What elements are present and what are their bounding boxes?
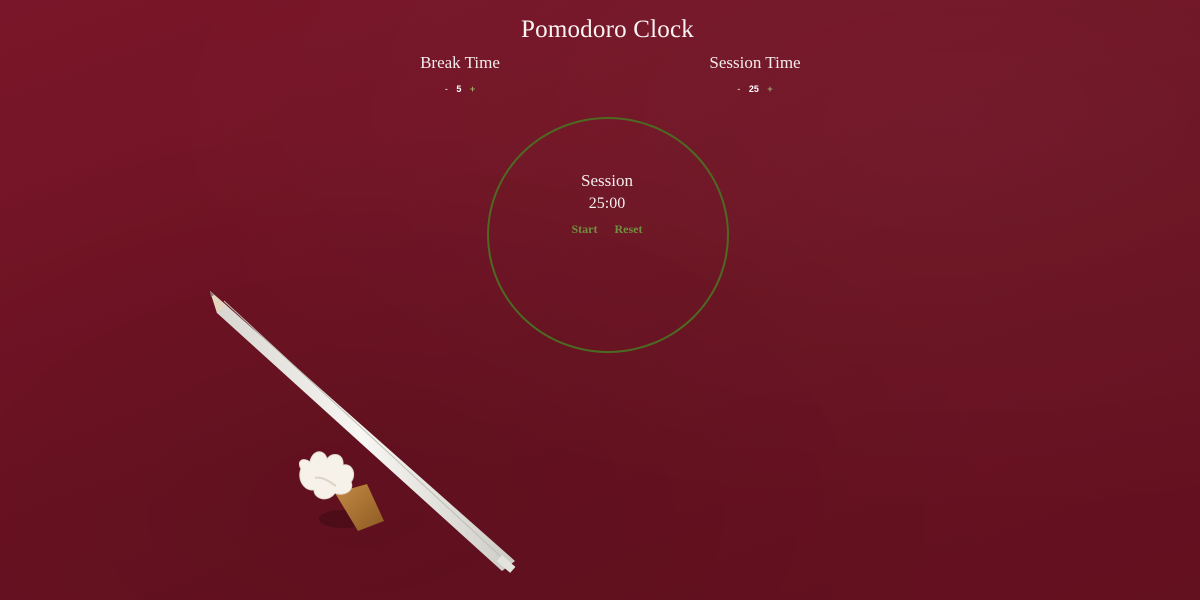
break-increment-button[interactable]: + (470, 82, 475, 96)
session-time-controls: - 25 + (645, 82, 865, 96)
session-increment-button[interactable]: + (767, 82, 772, 96)
break-time-controls: - 5 + (350, 82, 570, 96)
timer-label: Session (581, 171, 633, 190)
session-time-setting: Session Time - 25 + (645, 52, 865, 96)
session-time-value: 25 (748, 84, 759, 94)
timer-actions: Start Reset (487, 222, 727, 237)
break-decrement-button[interactable]: - (445, 82, 448, 96)
start-button[interactable]: Start (572, 222, 598, 237)
reset-button[interactable]: Reset (615, 222, 643, 237)
pomodoro-app: Pomodoro Clock Break Time - 5 + Session … (0, 0, 1200, 600)
timer-display: 25:00 (588, 195, 626, 212)
break-time-value: 5 (456, 84, 462, 94)
break-time-label: Break Time (420, 53, 500, 72)
session-time-label: Session Time (709, 53, 801, 72)
page-title: Pomodoro Clock (521, 16, 694, 43)
break-time-setting: Break Time - 5 + (350, 52, 570, 96)
session-decrement-button[interactable]: - (737, 82, 740, 96)
